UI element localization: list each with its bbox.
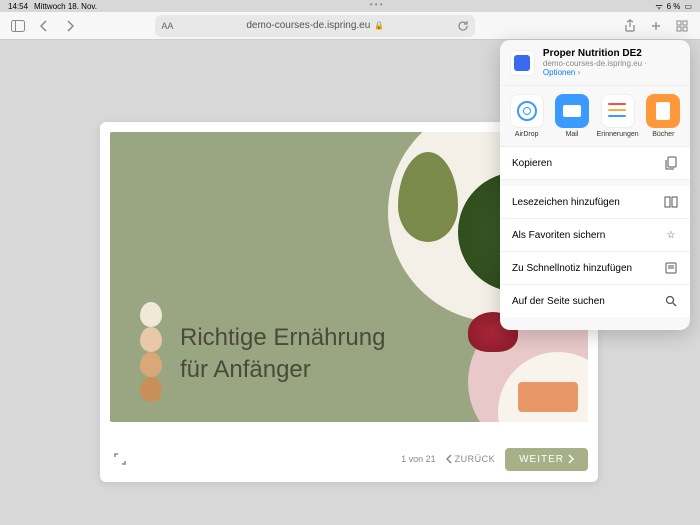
note-icon [664, 261, 678, 275]
slide-title-line2: für Anfänger [180, 356, 311, 383]
mail-label: Mail [566, 131, 579, 138]
reminders-label: Erinnerungen [597, 131, 639, 138]
quicknote-action[interactable]: Zu Schnellnotiz hinzufügen [500, 252, 690, 285]
mail-button[interactable]: Mail [551, 94, 592, 138]
player-footer: 1 von 21 ZURÜCK WEITER [110, 444, 588, 474]
find-action[interactable]: Auf der Seite suchen [500, 285, 690, 317]
share-sheet: Proper Nutrition DE2 demo-courses-de.isp… [500, 40, 690, 330]
find-label: Auf der Seite suchen [512, 296, 605, 307]
quicknote-label: Zu Schnellnotiz hinzufügen [512, 263, 632, 274]
refresh-button[interactable] [457, 20, 469, 32]
sheet-header: Proper Nutrition DE2 demo-courses-de.isp… [500, 40, 690, 86]
books-label: Bücher [652, 131, 674, 138]
multitask-dots[interactable]: • • • [370, 2, 383, 10]
sheet-app-icon [510, 50, 535, 76]
next-label: WEITER [519, 454, 564, 465]
options-link[interactable]: Optionen [543, 68, 575, 77]
bookmark-label: Lesezeichen hinzufügen [512, 197, 620, 208]
slide-title: Richtige Ernährung für Anfänger [180, 322, 385, 386]
mail-icon [555, 94, 589, 128]
tabs-button[interactable] [672, 16, 692, 36]
books-icon [646, 94, 680, 128]
wifi-icon: ᯤ [655, 1, 662, 12]
url-bar[interactable]: AA demo-courses-de.ispring.eu 🔒 [155, 15, 475, 37]
book-icon [664, 195, 678, 209]
new-tab-button[interactable] [646, 16, 666, 36]
salmon-image [518, 382, 578, 412]
url-text: demo-courses-de.ispring.eu [246, 20, 370, 31]
status-date: Mittwoch 18. Nov. [34, 2, 97, 11]
sheet-title: Proper Nutrition DE2 [543, 48, 680, 59]
airdrop-button[interactable]: AirDrop [506, 94, 547, 138]
back-button[interactable] [34, 16, 54, 36]
battery-icon: ▭ [684, 2, 692, 11]
status-bar: 14:54 Mittwoch 18. Nov. • • • ᯤ 6 % ▭ [0, 0, 700, 12]
copy-icon [664, 156, 678, 170]
status-time: 14:54 [8, 2, 28, 11]
share-actions-list[interactable]: Kopieren Lesezeichen hinzufügen Als Favo… [500, 147, 690, 317]
favorite-action[interactable]: Als Favoriten sichern ☆ [500, 219, 690, 252]
bookmark-action[interactable]: Lesezeichen hinzufügen [500, 186, 690, 219]
share-apps-row: AirDrop Mail Erinnerungen Bücher [500, 86, 690, 147]
airdrop-icon [517, 101, 537, 121]
prev-label: ZURÜCK [455, 454, 496, 464]
search-icon [664, 294, 678, 308]
reminders-button[interactable]: Erinnerungen [597, 94, 639, 138]
star-icon: ☆ [664, 228, 678, 242]
favorite-label: Als Favoriten sichern [512, 230, 605, 241]
battery-pct: 6 % [667, 2, 681, 11]
slide-title-line1: Richtige Ernährung [180, 324, 385, 351]
copy-label: Kopieren [512, 158, 552, 169]
eggs-image [140, 302, 165, 402]
fullscreen-button[interactable] [110, 449, 130, 469]
share-button[interactable] [620, 16, 640, 36]
reminders-icon [601, 94, 635, 128]
prev-slide-button[interactable]: ZURÜCK [446, 454, 496, 464]
forward-button[interactable] [60, 16, 80, 36]
next-slide-button[interactable]: WEITER [505, 448, 588, 471]
browser-toolbar: AA demo-courses-de.ispring.eu 🔒 [0, 12, 700, 40]
lock-icon: 🔒 [374, 21, 384, 30]
page-indicator: 1 von 21 [401, 454, 436, 464]
copy-action[interactable]: Kopieren [500, 147, 690, 180]
books-button[interactable]: Bücher [643, 94, 684, 138]
sidebar-toggle-button[interactable] [8, 16, 28, 36]
airdrop-label: AirDrop [515, 131, 539, 138]
reader-button[interactable]: AA [161, 21, 173, 31]
sheet-subtitle: demo-courses-de.ispring.eu · Optionen › [543, 59, 680, 77]
